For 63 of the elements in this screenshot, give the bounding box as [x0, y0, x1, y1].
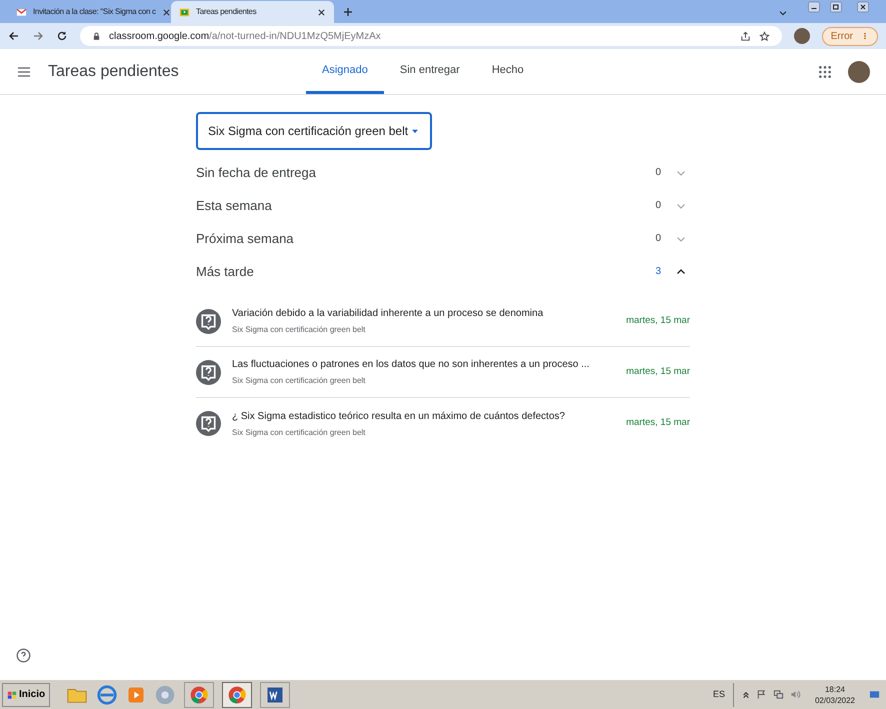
clock-time: 18:24	[824, 684, 845, 694]
tab-title: Invitación a la clase: "Six Sigma con c	[33, 6, 156, 18]
expand-tray-icon[interactable]	[742, 690, 750, 698]
star-icon[interactable]	[758, 30, 770, 42]
avatar[interactable]	[848, 60, 870, 82]
lock-icon	[92, 32, 101, 40]
due-date: martes, 15 mar	[626, 364, 690, 379]
more-icon	[861, 31, 869, 41]
profile-error-button[interactable]: Error	[822, 26, 878, 46]
section-title: Más tarde	[196, 262, 255, 281]
avatar[interactable]	[794, 28, 810, 44]
section-title: Próxima semana	[196, 230, 295, 248]
section-title: Esta semana	[196, 196, 273, 215]
due-date: martes, 15 mar	[626, 314, 690, 328]
class-dropdown[interactable]: Six Sigma con certificación green belt	[196, 112, 432, 150]
mail-icon	[16, 6, 27, 18]
document-w-icon	[265, 684, 286, 704]
media-player-icon[interactable]	[126, 684, 146, 704]
close-icon[interactable]	[317, 8, 326, 16]
language-indicator[interactable]: ES	[712, 688, 725, 702]
taskbar-chrome-button[interactable]	[222, 682, 252, 708]
help-icon[interactable]	[16, 648, 31, 663]
class-name: Six Sigma con certificación green belt	[232, 375, 366, 387]
plus-icon[interactable]	[342, 6, 354, 18]
due-date: martes, 15 mar	[626, 416, 690, 430]
item-count: 0	[655, 199, 661, 213]
taskbar-chrome-button[interactable]	[184, 682, 214, 708]
item-count: 0	[655, 166, 661, 180]
question-icon[interactable]	[196, 308, 221, 334]
question-icon[interactable]	[196, 360, 221, 384]
nav-tab[interactable]: Asignado	[306, 49, 384, 94]
clock-date: 02/03/2022	[814, 694, 855, 706]
browser-tab[interactable]: Invitación a la clase: "Six Sigma con c	[8, 1, 171, 23]
tab-title: Tareas pendientes	[196, 6, 258, 18]
page-title: Tareas pendientes	[48, 62, 180, 82]
taskbar-word-button[interactable]	[260, 682, 290, 708]
class-name: Six Sigma con certificación green belt	[232, 426, 366, 438]
back-icon[interactable]	[8, 30, 20, 42]
show-desktop-icon[interactable]	[869, 689, 880, 700]
reload-icon[interactable]	[56, 30, 68, 42]
windows-logo-icon	[7, 690, 17, 700]
assignment-title[interactable]: ¿ Six Sigma estadistico teórico resulta en un máximo de cuántos defectos?	[232, 408, 616, 424]
start-button[interactable]: Inicio	[2, 682, 50, 706]
assignment-title[interactable]: Las fluctuaciones o patrones en los datos que no son inherentes a un proceso ...	[232, 357, 616, 372]
network-icon[interactable]	[772, 689, 784, 700]
question-icon[interactable]	[196, 411, 221, 436]
share-icon[interactable]	[740, 30, 751, 42]
assignment-title[interactable]: Variación debido a la variabilidad inherente a un proceso se denomina	[232, 306, 616, 321]
item-count: 0	[655, 232, 661, 246]
nav-tab[interactable]: Sin entregar	[384, 49, 476, 94]
nav-tab[interactable]: Hecho	[476, 49, 540, 94]
address-bar[interactable]: classroom.google.com/a/not-turned-in/NDU1MzQ5MjEyMzAx	[80, 26, 782, 46]
browser-tab[interactable]: Tareas pendientes	[171, 1, 334, 23]
classroom-icon	[179, 6, 190, 18]
close-icon[interactable]	[162, 8, 171, 16]
flag-icon[interactable]	[756, 689, 767, 700]
forward-icon[interactable]	[32, 30, 44, 42]
apps-grid-icon[interactable]	[818, 64, 832, 78]
url-text: classroom.google.com/a/not-turned-in/NDU1MzQ5MjEyMzAx	[109, 30, 382, 44]
section-title: Sin fecha de entrega	[196, 164, 317, 182]
class-name: Six Sigma con certificación green belt	[232, 324, 366, 336]
browser-e-icon[interactable]	[96, 684, 118, 706]
item-count: 3	[655, 265, 661, 279]
